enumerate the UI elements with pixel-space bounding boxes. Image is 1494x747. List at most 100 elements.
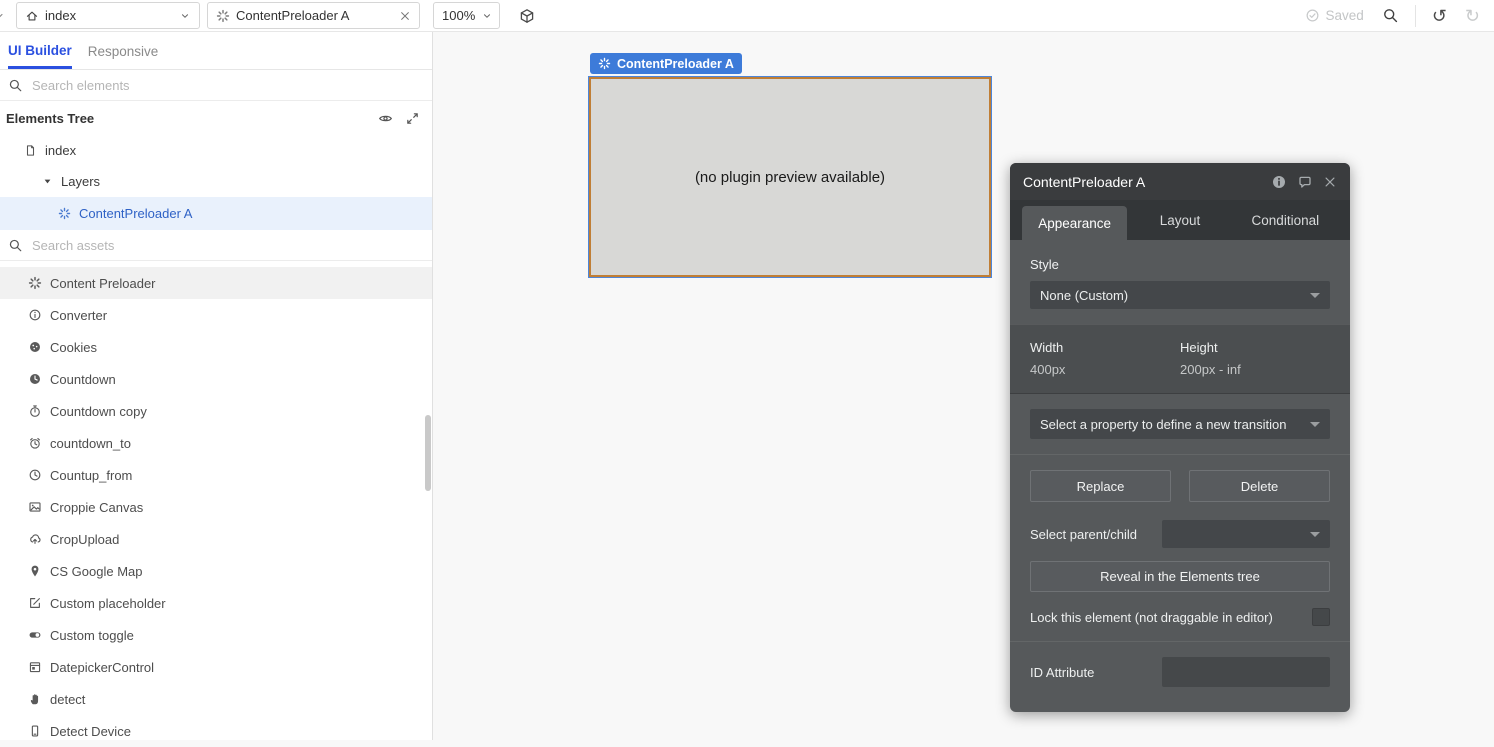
search-elements-input[interactable] xyxy=(32,78,424,93)
replace-button[interactable]: Replace xyxy=(1030,470,1171,502)
list-item[interactable]: countdown_to xyxy=(0,427,432,459)
contentpreloader-element[interactable]: (no plugin preview available) xyxy=(589,77,991,277)
style-dropdown-value: None (Custom) xyxy=(1040,288,1128,303)
zoom-dropdown[interactable]: 100% xyxy=(433,2,500,29)
toggle-icon xyxy=(28,628,42,642)
asset-label: Content Preloader xyxy=(50,276,156,291)
asset-label: Converter xyxy=(50,308,107,323)
info-icon[interactable] xyxy=(1271,174,1287,190)
list-item[interactable]: Countup_from xyxy=(0,459,432,491)
selected-element-label: ContentPreloader A xyxy=(590,53,742,74)
save-status-label: Saved xyxy=(1326,8,1364,23)
panel-header[interactable]: ContentPreloader A xyxy=(1010,163,1350,200)
asset-label: Countup_from xyxy=(50,468,132,483)
tab-appearance[interactable]: Appearance xyxy=(1022,206,1127,240)
close-icon[interactable] xyxy=(1323,175,1337,189)
tree-item-index[interactable]: index xyxy=(0,135,432,166)
sidebar-scrollbar[interactable] xyxy=(425,415,431,491)
phone-icon xyxy=(28,724,42,738)
width-value: 400px xyxy=(1030,362,1180,377)
list-item[interactable]: Cookies xyxy=(0,331,432,363)
transition-dropdown[interactable]: Select a property to define a new transi… xyxy=(1030,409,1330,439)
plugin-gear-icon xyxy=(216,9,230,23)
search-assets-input[interactable] xyxy=(32,238,424,253)
asset-label: Countdown copy xyxy=(50,404,147,419)
tab-responsive[interactable]: Responsive xyxy=(88,34,159,67)
asset-label: CS Google Map xyxy=(50,564,143,579)
comment-icon[interactable] xyxy=(1297,174,1313,190)
left-sidebar: UI Builder Responsive Elements Tree inde… xyxy=(0,32,433,740)
list-item[interactable]: Croppie Canvas xyxy=(0,491,432,523)
zoom-value: 100% xyxy=(442,8,475,23)
list-item[interactable]: Content Preloader xyxy=(0,267,432,299)
map-pin-icon xyxy=(28,564,42,578)
image-icon xyxy=(28,500,42,514)
undo-button[interactable]: ↺ xyxy=(1432,7,1447,25)
gear-icon xyxy=(28,276,42,290)
list-item[interactable]: CropUpload xyxy=(0,523,432,555)
parent-child-dropdown[interactable] xyxy=(1162,520,1330,548)
element-tab-label: ContentPreloader A xyxy=(236,8,349,23)
element-tab[interactable]: ContentPreloader A xyxy=(207,2,420,29)
transition-dropdown-placeholder: Select a property to define a new transi… xyxy=(1040,417,1286,432)
list-item[interactable]: DatepickerControl xyxy=(0,651,432,683)
tab-conditional[interactable]: Conditional xyxy=(1233,200,1338,240)
info-circle-icon xyxy=(28,308,42,322)
component-cube-icon[interactable] xyxy=(519,8,535,24)
tab-ui-builder[interactable]: UI Builder xyxy=(8,33,72,69)
panel-title: ContentPreloader A xyxy=(1023,174,1145,190)
eye-icon[interactable] xyxy=(378,111,393,126)
list-item[interactable]: Detect Device xyxy=(0,715,432,747)
list-item[interactable]: Custom placeholder xyxy=(0,587,432,619)
tree-item-contentpreloader-selected[interactable]: ContentPreloader A xyxy=(0,197,432,230)
tree-group-layers[interactable]: Layers xyxy=(0,166,432,197)
chevron-down-icon xyxy=(1310,293,1320,298)
edit-square-icon xyxy=(28,596,42,610)
elements-tree-title: Elements Tree xyxy=(6,111,94,126)
page-document-icon xyxy=(24,144,37,157)
plugin-spinner-icon xyxy=(598,57,611,70)
style-dropdown[interactable]: None (Custom) xyxy=(1030,281,1330,309)
asset-label: Cookies xyxy=(50,340,97,355)
toolbar-divider xyxy=(1415,5,1416,27)
list-item[interactable]: Countdown xyxy=(0,363,432,395)
width-label: Width xyxy=(1030,340,1180,355)
chevron-down-icon xyxy=(1310,532,1320,537)
asset-label: Countdown xyxy=(50,372,116,387)
triangle-down-icon xyxy=(42,176,53,187)
reveal-in-tree-button[interactable]: Reveal in the Elements tree xyxy=(1030,561,1330,592)
lock-checkbox[interactable] xyxy=(1312,608,1330,626)
top-toolbar: index ContentPreloader A 100% Saved ↺ ↻ xyxy=(0,0,1494,32)
panel-body: Style None (Custom) Width 400px Height 2… xyxy=(1010,240,1350,712)
list-item[interactable]: Converter xyxy=(0,299,432,331)
search-icon xyxy=(8,78,23,93)
lock-element-label: Lock this element (not draggable in edit… xyxy=(1030,610,1312,625)
chevron-down-icon xyxy=(481,10,493,22)
sidebar-tabs: UI Builder Responsive xyxy=(0,32,432,70)
tab-layout[interactable]: Layout xyxy=(1127,200,1232,240)
list-item[interactable]: CS Google Map xyxy=(0,555,432,587)
redo-button[interactable]: ↻ xyxy=(1465,7,1480,25)
list-item[interactable]: Custom toggle xyxy=(0,619,432,651)
height-value: 200px - inf xyxy=(1180,362,1330,377)
id-attribute-input[interactable] xyxy=(1162,657,1330,687)
id-attribute-label: ID Attribute xyxy=(1030,665,1162,680)
list-item[interactable]: Countdown copy xyxy=(0,395,432,427)
search-icon[interactable] xyxy=(1382,7,1399,24)
save-status: Saved xyxy=(1305,8,1364,23)
page-selector-dropdown[interactable]: index xyxy=(16,2,200,29)
plugin-preview-placeholder: (no plugin preview available) xyxy=(695,169,885,186)
home-icon xyxy=(25,9,39,23)
search-icon xyxy=(8,238,23,253)
close-icon[interactable] xyxy=(399,10,411,22)
page-selector-value: index xyxy=(45,8,76,23)
expand-icon[interactable] xyxy=(405,111,420,126)
asset-label: countdown_to xyxy=(50,436,131,451)
asset-label: Custom placeholder xyxy=(50,596,166,611)
list-item[interactable]: detect xyxy=(0,683,432,715)
delete-button[interactable]: Delete xyxy=(1189,470,1330,502)
cloud-upload-icon xyxy=(28,532,42,546)
clock-icon xyxy=(28,468,42,482)
asset-label: CropUpload xyxy=(50,532,119,547)
chevron-down-icon xyxy=(179,10,191,22)
